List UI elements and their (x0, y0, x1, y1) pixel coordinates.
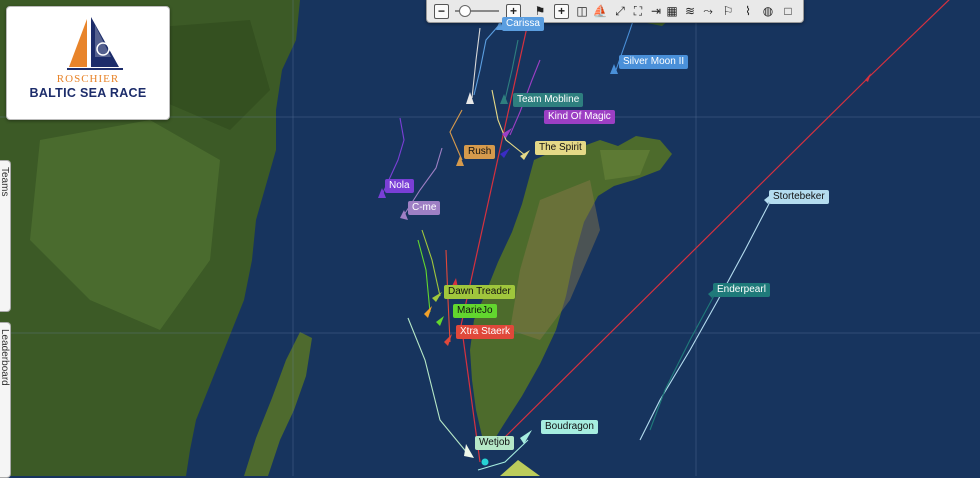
zoom-slider-handle[interactable] (459, 5, 471, 17)
globe-icon[interactable]: ◍ (760, 3, 776, 19)
fullscreen-icon[interactable]: ⛶ (630, 3, 646, 19)
boat-label-kind-of-magic[interactable]: Kind Of Magic (544, 110, 615, 124)
boat-label-nola[interactable]: Nola (385, 179, 414, 193)
boat-label-team-mobline[interactable]: Team Mobline (513, 93, 584, 107)
chart-icon[interactable]: ⌇ (740, 3, 756, 19)
wind-icon[interactable]: ≋ (682, 3, 698, 19)
boat-label-carissa[interactable]: Carissa (502, 17, 544, 31)
boat-label-the-spirit[interactable]: The Spirit (535, 141, 586, 155)
fit-bounds-icon[interactable]: ⤢ (612, 3, 628, 19)
logo-subtitle: ROSCHIER (56, 73, 120, 85)
boat-label-c-me[interactable]: C-me (408, 201, 441, 215)
boat-label-enderpearl[interactable]: Enderpearl (713, 283, 770, 297)
boat-label-silver-moon-ii[interactable]: Silver Moon II (619, 55, 689, 69)
zoom-out-icon[interactable]: − (434, 4, 449, 19)
grid-icon[interactable]: ▦ (664, 3, 680, 19)
race-logo[interactable]: ROSCHIER BALTIC SEA RACE (6, 6, 170, 120)
sail-logo-icon (67, 17, 123, 70)
leaderboard-tab[interactable]: Leaderboard (0, 322, 11, 478)
logo-title: BALTIC SEA RACE (29, 86, 147, 100)
boat-label-wetjob[interactable]: Wetjob (475, 436, 514, 450)
leaderboard-tab-label: Leaderboard (0, 329, 10, 386)
route-icon[interactable]: ⤳ (700, 3, 716, 19)
settings-icon[interactable]: □ (780, 3, 796, 19)
add-icon[interactable]: + (554, 4, 569, 19)
fleet-icon[interactable]: ⛵ (592, 3, 608, 19)
boat-label-mariejo[interactable]: MarieJo (453, 304, 497, 318)
boat-label-rush[interactable]: Rush (464, 145, 496, 159)
waypoint-flags-icon[interactable]: ⚐ (720, 3, 736, 19)
exit-icon[interactable]: ⇥ (648, 3, 664, 19)
layers-icon[interactable]: ◫ (574, 3, 590, 19)
boat-label-stortebeker[interactable]: Stortebeker (769, 190, 829, 204)
teams-tab[interactable]: Teams (0, 160, 11, 312)
boat-label-boudragon[interactable]: Boudragon (541, 420, 598, 434)
boat-label-dawn-treader[interactable]: Dawn Treader (444, 285, 515, 299)
teams-tab-label: Teams (0, 167, 10, 197)
boat-label-xtra-staerk[interactable]: Xtra Staerk (456, 325, 515, 339)
